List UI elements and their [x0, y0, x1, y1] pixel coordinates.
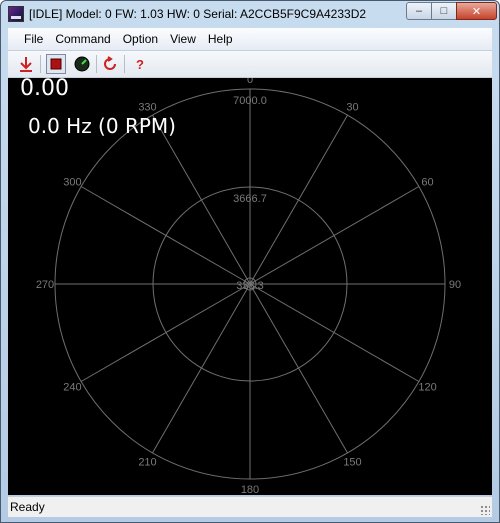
menu-bar: File Command Option View Help — [8, 28, 492, 51]
value-readout: 0.00 — [20, 76, 69, 101]
radial-label: 7000.0 — [233, 95, 267, 107]
download-arrow-icon — [20, 57, 32, 72]
menu-option[interactable]: Option — [117, 29, 164, 49]
toolbar-separator — [96, 55, 97, 73]
angle-label: 330 — [138, 101, 156, 113]
refresh-icon — [104, 56, 116, 70]
gauge-icon — [74, 56, 90, 72]
title-bar[interactable]: [IDLE] Model: 0 FW: 1.03 HW: 0 Serial: A… — [1, 1, 499, 29]
angle-label: 0 — [247, 78, 253, 86]
angle-label: 90 — [449, 279, 461, 291]
angle-label: 150 — [343, 457, 361, 469]
polar-plot-area[interactable]: 0 30 60 90 120 150 180 210 240 270 300 330 7000.0 366… — [8, 78, 492, 495]
radial-label: 333.3 — [236, 280, 264, 292]
status-text: Ready — [10, 500, 45, 514]
polar-spoke — [249, 283, 420, 382]
angle-label: 30 — [346, 101, 358, 113]
radial-label: 3666.7 — [233, 193, 267, 205]
menu-file[interactable]: File — [8, 29, 49, 49]
maximize-button[interactable]: □ — [431, 2, 457, 20]
help-button[interactable]: ? — [130, 54, 150, 74]
angle-label: 60 — [421, 177, 433, 189]
polar-spoke — [80, 186, 251, 285]
resize-grip-icon[interactable] — [480, 505, 490, 515]
stop-icon — [50, 58, 62, 70]
polar-spoke — [80, 283, 251, 382]
menu-command[interactable]: Command — [49, 29, 116, 49]
app-icon — [8, 6, 24, 22]
stop-button[interactable] — [46, 54, 66, 74]
frequency-readout: 0.0 Hz (0 RPM) — [28, 114, 176, 138]
close-button[interactable]: ✕ — [456, 2, 497, 20]
toolbar: ? — [8, 51, 492, 78]
angle-label: 210 — [138, 457, 156, 469]
toolbar-separator — [124, 55, 125, 73]
gauge-button[interactable] — [72, 54, 92, 74]
angle-label: 120 — [418, 382, 436, 394]
angle-label: 300 — [63, 177, 81, 189]
menu-help[interactable]: Help — [202, 29, 239, 49]
polar-spoke — [152, 283, 251, 454]
angle-label: 180 — [241, 484, 259, 495]
window-title: [IDLE] Model: 0 FW: 1.03 HW: 0 Serial: A… — [29, 7, 367, 21]
polar-plot: 0 30 60 90 120 150 180 210 240 270 300 330 7000.0 366… — [36, 78, 461, 495]
download-button[interactable] — [16, 54, 36, 74]
refresh-button[interactable] — [100, 54, 120, 74]
toolbar-separator — [40, 55, 41, 73]
polar-spoke — [249, 283, 348, 454]
status-bar: Ready — [8, 496, 492, 517]
minimize-button[interactable]: – — [406, 2, 432, 20]
help-icon: ? — [136, 56, 144, 72]
angle-label: 240 — [63, 382, 81, 394]
angle-label: 270 — [36, 279, 54, 291]
polar-spoke — [249, 186, 420, 285]
menu-view[interactable]: View — [164, 29, 202, 49]
